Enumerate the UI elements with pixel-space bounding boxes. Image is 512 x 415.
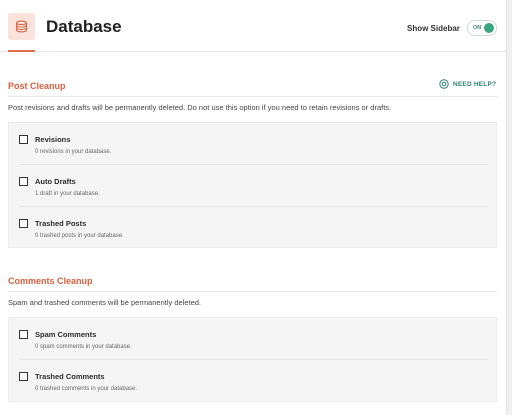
toggle-knob bbox=[484, 23, 494, 33]
comments-cleanup-options: Spam Comments 0 spam comments in your da… bbox=[8, 317, 497, 402]
option-description: 0 trashed comments in your database. bbox=[35, 386, 138, 392]
revisions-checkbox[interactable] bbox=[19, 135, 28, 144]
post-cleanup-options: Revisions 0 revisions in your database. … bbox=[8, 122, 497, 248]
header-active-indicator bbox=[8, 50, 35, 52]
section-divider bbox=[8, 291, 497, 292]
toggle-state-label: ON bbox=[473, 25, 482, 31]
database-settings-page: Database Show Sidebar ON Post Cleanup NE… bbox=[0, 0, 512, 415]
post-cleanup-description: Post revisions and drafts will be perman… bbox=[8, 103, 392, 112]
post-cleanup-title: Post Cleanup bbox=[8, 81, 66, 91]
page-title: Database bbox=[46, 17, 122, 36]
page-header: Database Show Sidebar ON bbox=[0, 0, 512, 52]
auto-drafts-checkbox[interactable] bbox=[19, 177, 28, 186]
section-divider bbox=[8, 96, 497, 97]
trashed-comments-checkbox[interactable] bbox=[19, 372, 28, 381]
spam-comments-checkbox[interactable] bbox=[19, 330, 28, 339]
comments-cleanup-description: Spam and trashed comments will be perman… bbox=[8, 298, 202, 307]
scrollbar-track[interactable] bbox=[506, 0, 512, 415]
option-label: Auto Drafts bbox=[35, 177, 76, 186]
option-label: Revisions bbox=[35, 135, 71, 144]
database-icon bbox=[8, 13, 35, 40]
option-description: 0 revisions in your database. bbox=[35, 149, 112, 155]
trashed-posts-checkbox[interactable] bbox=[19, 219, 28, 228]
help-icon bbox=[439, 79, 449, 89]
show-sidebar-toggle[interactable]: ON bbox=[467, 20, 497, 36]
option-label: Trashed Comments bbox=[35, 372, 105, 381]
option-description: 0 trashed posts in your database. bbox=[35, 233, 124, 239]
option-description: 1 draft in your database. bbox=[35, 191, 100, 197]
option-spam-comments[interactable]: Spam Comments 0 spam comments in your da… bbox=[9, 318, 498, 360]
option-description: 0 spam comments in your database. bbox=[35, 344, 132, 350]
need-help-label: NEED HELP? bbox=[453, 80, 497, 88]
option-trashed-comments[interactable]: Trashed Comments 0 trashed comments in y… bbox=[9, 360, 498, 402]
option-auto-drafts[interactable]: Auto Drafts 1 draft in your database. bbox=[9, 165, 498, 207]
option-label: Trashed Posts bbox=[35, 219, 87, 228]
need-help-link[interactable]: NEED HELP? bbox=[439, 79, 496, 89]
comments-cleanup-title: Comments Cleanup bbox=[8, 276, 93, 286]
show-sidebar-label: Show Sidebar bbox=[407, 24, 460, 33]
option-label: Spam Comments bbox=[35, 330, 97, 339]
option-trashed-posts[interactable]: Trashed Posts 0 trashed posts in your da… bbox=[9, 207, 498, 249]
option-revisions[interactable]: Revisions 0 revisions in your database. bbox=[9, 123, 498, 165]
